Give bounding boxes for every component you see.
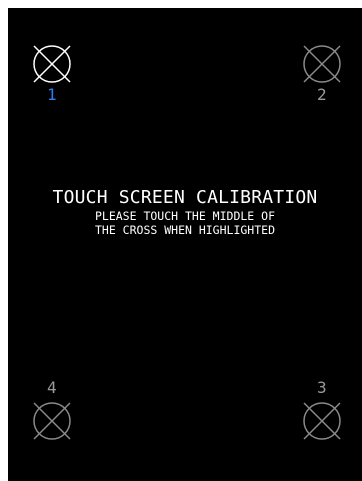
- calibration-instruction-line-2: THE CROSS WHEN HIGHLIGHTED: [94, 223, 275, 237]
- calibration-instruction-line-1: PLEASE TOUCH THE MIDDLE OF: [94, 209, 275, 223]
- calibration-target-1-number: 1: [47, 85, 57, 104]
- crosshair-icon: [303, 402, 341, 440]
- calibration-target-1[interactable]: [32, 44, 72, 84]
- crosshair-icon: [33, 402, 71, 440]
- calibration-target-3[interactable]: [302, 401, 342, 441]
- calibration-title: TOUCH SCREEN CALIBRATION: [52, 187, 318, 208]
- calibration-screen: 1 2 4 3 TOUCH SCREEN CALIBRATION PLEASE …: [8, 8, 362, 481]
- calibration-target-4-number: 4: [47, 378, 57, 397]
- crosshair-icon: [303, 45, 341, 83]
- calibration-target-3-number: 3: [317, 378, 327, 397]
- crosshair-icon: [33, 45, 71, 83]
- calibration-target-2[interactable]: [302, 44, 342, 84]
- calibration-target-4[interactable]: [32, 401, 72, 441]
- calibration-target-2-number: 2: [317, 85, 327, 104]
